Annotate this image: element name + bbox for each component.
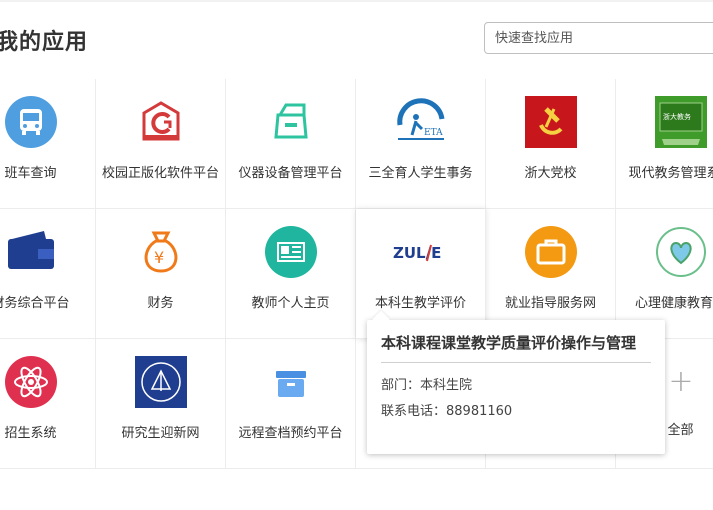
app-tile-finance-platform[interactable]: 财务综合平台 xyxy=(0,209,96,339)
svg-text:ETA: ETA xyxy=(424,128,443,138)
eta-logo-icon: ETA xyxy=(394,95,448,149)
app-tile-software[interactable]: 校园正版化软件平台 xyxy=(96,79,226,209)
app-tile-finance[interactable]: ¥ 财务 xyxy=(96,209,226,339)
app-tooltip: 本科课程课堂教学质量评价操作与管理 部门：本科生院 联系电话：88981160 xyxy=(367,310,665,454)
app-label: 浙大党校 xyxy=(524,166,577,181)
app-label: 财务 xyxy=(147,296,174,311)
app-label: 财务综合平台 xyxy=(0,296,70,311)
tooltip-title: 本科课程课堂教学质量评价操作与管理 xyxy=(381,334,637,352)
app-tile-admissions[interactable]: 招生系统 xyxy=(0,339,96,469)
app-label: 心理健康教育网 xyxy=(634,296,713,311)
archive-box-icon xyxy=(264,355,318,409)
app-tile-teacher-homepage[interactable]: 教师个人主页 xyxy=(226,209,356,339)
university-seal-icon xyxy=(134,355,188,409)
app-label: 就业指导服务网 xyxy=(504,296,596,311)
academic-affairs-icon: 浙大教务 xyxy=(654,95,708,149)
app-label: 校园正版化软件平台 xyxy=(102,166,219,181)
bus-icon xyxy=(4,95,58,149)
zuju-logo-text: ZUL/E xyxy=(393,244,441,262)
tooltip-department: 部门：本科生院 xyxy=(381,378,473,393)
app-tile-student-affairs[interactable]: ETA 三全育人学生事务 xyxy=(356,79,486,209)
equipment-box-icon xyxy=(264,95,318,149)
app-label: 教师个人主页 xyxy=(251,296,330,311)
app-label: 现代教务管理系统 xyxy=(628,166,713,181)
briefcase-icon xyxy=(524,225,578,279)
app-tile-bus-query[interactable]: 班车查询 xyxy=(0,79,96,209)
tooltip-divider xyxy=(381,362,651,363)
app-label: 仪器设备管理平台 xyxy=(238,166,343,181)
svg-text:¥: ¥ xyxy=(154,248,164,267)
app-tile-academic-affairs[interactable]: 浙大教务 现代教务管理系统 xyxy=(616,79,713,209)
app-tile-remote-archive[interactable]: 远程查档预约平台 xyxy=(226,339,356,469)
page-title: 我的应用 xyxy=(0,30,89,55)
svg-text:浙大教务: 浙大教务 xyxy=(663,112,691,121)
app-label: 研究生迎新网 xyxy=(121,426,200,441)
money-bag-icon: ¥ xyxy=(134,225,188,279)
app-tile-equipment[interactable]: 仪器设备管理平台 xyxy=(226,79,356,209)
top-border xyxy=(0,0,713,2)
heart-seal-icon xyxy=(654,225,708,279)
wallet-icon xyxy=(4,225,58,279)
software-license-icon xyxy=(134,95,188,149)
app-tile-graduate-welcome[interactable]: 研究生迎新网 xyxy=(96,339,226,469)
app-tile-party-school[interactable]: 浙大党校 xyxy=(486,79,616,209)
app-label: 班车查询 xyxy=(4,166,57,181)
search-input[interactable] xyxy=(484,22,713,54)
app-label: 本科生教学评价 xyxy=(374,296,466,311)
app-label: 远程查档预约平台 xyxy=(238,426,343,441)
tooltip-phone: 联系电话：88981160 xyxy=(381,404,513,419)
atom-icon xyxy=(4,355,58,409)
party-emblem-icon xyxy=(524,95,578,149)
newspaper-icon xyxy=(264,225,318,279)
app-label: 招生系统 xyxy=(4,426,57,441)
zuju-logo-icon: ZUL/E xyxy=(391,225,451,279)
app-label: 三全育人学生事务 xyxy=(368,166,473,181)
